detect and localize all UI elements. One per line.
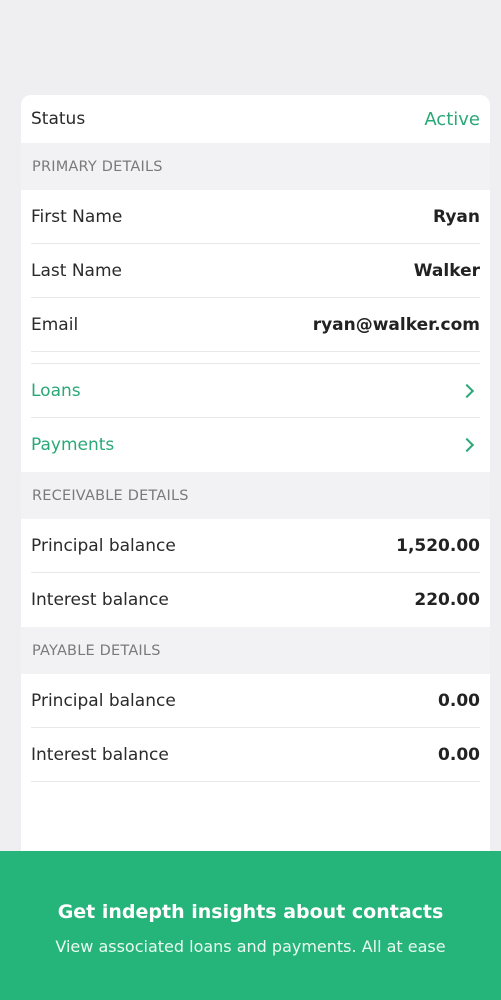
status-value: Active <box>424 108 480 130</box>
receivable-principal-value: 1,520.00 <box>396 536 480 556</box>
receivable-interest-row: Interest balance 220.00 <box>21 573 490 627</box>
receivable-principal-label: Principal balance <box>31 536 176 556</box>
payable-principal-value: 0.00 <box>438 691 480 711</box>
banner-subtitle: View associated loans and payments. All … <box>55 937 446 956</box>
loans-link-row[interactable]: Loans <box>21 364 490 418</box>
email-row: Email ryan@walker.com <box>21 298 490 352</box>
banner-title: Get indepth insights about contacts <box>57 901 444 923</box>
receivable-interest-label: Interest balance <box>31 590 169 610</box>
last-name-value: Walker <box>413 261 480 281</box>
contact-details-card: Status Active PRIMARY DETAILS First Name… <box>21 95 490 855</box>
status-label: Status <box>31 109 86 129</box>
chevron-right-icon <box>459 437 475 453</box>
last-name-row: Last Name Walker <box>21 244 490 298</box>
receivable-details-header: RECEIVABLE DETAILS <box>21 472 490 519</box>
email-value: ryan@walker.com <box>312 315 480 335</box>
receivable-interest-value: 220.00 <box>414 590 480 610</box>
payments-link-row[interactable]: Payments <box>21 418 490 472</box>
last-name-label: Last Name <box>31 261 122 281</box>
first-name-row: First Name Ryan <box>21 190 490 244</box>
email-label: Email <box>31 315 79 335</box>
insights-banner: Get indepth insights about contacts View… <box>0 851 501 1000</box>
payable-interest-label: Interest balance <box>31 745 169 765</box>
payments-link-label: Payments <box>31 435 115 455</box>
payable-details-header: PAYABLE DETAILS <box>21 627 490 674</box>
first-name-label: First Name <box>31 207 123 227</box>
loans-link-label: Loans <box>31 381 81 401</box>
payable-principal-label: Principal balance <box>31 691 176 711</box>
payable-interest-row: Interest balance 0.00 <box>21 728 490 782</box>
chevron-right-icon <box>459 383 475 399</box>
status-row: Status Active <box>21 95 490 143</box>
payable-interest-value: 0.00 <box>438 745 480 765</box>
first-name-value: Ryan <box>433 207 480 227</box>
primary-details-header: PRIMARY DETAILS <box>21 143 490 190</box>
receivable-principal-row: Principal balance 1,520.00 <box>21 519 490 573</box>
divider <box>21 352 490 364</box>
payable-principal-row: Principal balance 0.00 <box>21 674 490 728</box>
